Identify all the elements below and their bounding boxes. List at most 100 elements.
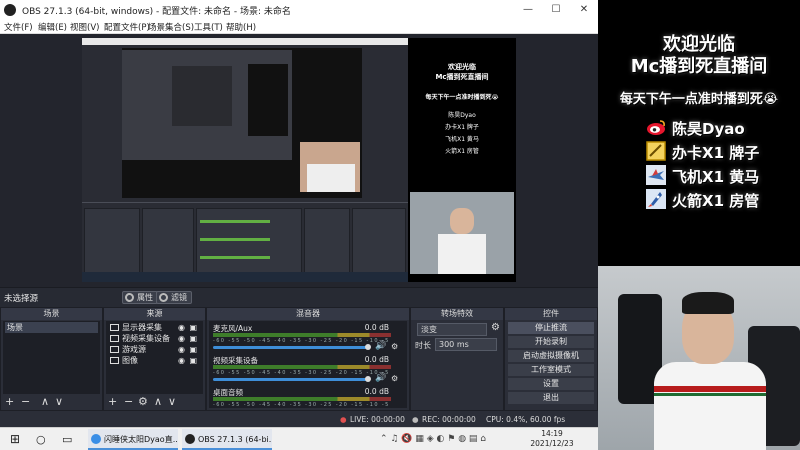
- settings-button[interactable]: 设置: [508, 378, 594, 390]
- scene-item[interactable]: 场景: [5, 322, 98, 333]
- slider-knob[interactable]: [365, 344, 371, 350]
- eye-icon[interactable]: ◉: [178, 333, 185, 344]
- title-bar: OBS 27.1.3 (64-bit, windows) - 配置文件: 未命名…: [0, 0, 598, 20]
- weibo-icon: [647, 120, 665, 135]
- menu-file[interactable]: 文件(F): [4, 21, 33, 33]
- clock[interactable]: 14:19 2021/12/23: [522, 429, 582, 449]
- preview-canvas[interactable]: 欢迎光临 Mc播到死直播间 每天下午一点准时播到死😭 陈昊Dyao 办卡X1 牌…: [82, 38, 516, 282]
- live-dot-icon: ●: [340, 415, 347, 424]
- taskbar-app-browser[interactable]: 闪睡侠太阳Dyao直...: [88, 429, 178, 450]
- obs-window: OBS 27.1.3 (64-bit, windows) - 配置文件: 未命名…: [0, 0, 598, 450]
- windows-start-icon[interactable]: ⊞: [10, 428, 20, 450]
- source-item[interactable]: 游戏源 ◉ ▣: [108, 344, 201, 355]
- volume-slider[interactable]: [213, 344, 371, 350]
- stop-streaming-button[interactable]: 停止推流: [508, 322, 594, 334]
- sources-list[interactable]: 显示器采集 ◉ ▣ 视频采集设备 ◉ ▣ 游戏源 ◉ ▣ 图像 ◉ ▣: [106, 321, 203, 394]
- transitions-dock: 转场特效 淡变 ⚙ 时长 300 ms: [410, 307, 504, 411]
- duration-input[interactable]: 300 ms: [435, 338, 497, 351]
- nested-capture: [82, 38, 408, 282]
- sources-dock: 来源 显示器采集 ◉ ▣ 视频采集设备 ◉ ▣ 游戏源 ◉ ▣ 图像 ◉ ▣ + − ⚙ ∧ ∨: [103, 307, 206, 411]
- eye-icon[interactable]: ◉: [178, 322, 185, 333]
- mixer-channels: 麦克风/Aux 0.0 dB -60 -55 -50 -45 -40 -35 -…: [209, 321, 407, 408]
- source-toolbar: 未选择源 属性 滤镜: [0, 287, 598, 307]
- properties-button[interactable]: 属性: [122, 291, 158, 304]
- cpu-status: CPU: 0.4%, 60.00 fps: [486, 415, 566, 424]
- speaker-icon[interactable]: 🔊: [375, 373, 386, 383]
- gear-icon[interactable]: ⚙: [391, 342, 398, 351]
- rec-dot-icon: ●: [412, 415, 419, 424]
- lock-icon[interactable]: ▣: [189, 355, 197, 366]
- taskbar: ⊞ ○ ▭ 闪睡侠太阳Dyao直... OBS 27.1.3 (64-bi...…: [0, 427, 598, 450]
- transition-select[interactable]: 淡变: [417, 323, 487, 336]
- maximize-button[interactable]: ☐: [542, 0, 570, 20]
- plane-icon: [646, 165, 666, 185]
- sponsor-text: 火箭X1 房管: [672, 192, 760, 210]
- gear-icon[interactable]: ⚙: [391, 374, 398, 383]
- move-down-button[interactable]: ∨: [55, 395, 63, 408]
- menu-tools[interactable]: 工具(T): [194, 21, 223, 33]
- webcam-feed: [598, 266, 800, 450]
- source-settings-button[interactable]: ⚙: [138, 395, 148, 408]
- start-recording-button[interactable]: 开始录制: [508, 336, 594, 348]
- window-title: OBS 27.1.3 (64-bit, windows) - 配置文件: 未命名…: [22, 7, 291, 17]
- move-up-button[interactable]: ∧: [154, 395, 162, 408]
- screen: OBS 27.1.3 (64-bit, windows) - 配置文件: 未命名…: [0, 0, 800, 450]
- controls-title: 控件: [505, 308, 597, 320]
- volume-meter: [213, 397, 391, 401]
- menu-edit[interactable]: 编辑(E): [38, 21, 67, 33]
- sponsor-text: 办卡X1 牌子: [672, 144, 760, 162]
- remove-source-button[interactable]: −: [124, 395, 133, 408]
- add-source-button[interactable]: +: [108, 395, 117, 408]
- menu-bar: 文件(F) 编辑(E) 视图(V) 配置文件(P) 场景集合(S) 工具(T) …: [0, 20, 598, 34]
- menu-view[interactable]: 视图(V): [70, 21, 99, 33]
- source-item[interactable]: 图像 ◉ ▣: [108, 355, 201, 366]
- search-icon[interactable]: ○: [36, 428, 46, 450]
- move-down-button[interactable]: ∨: [168, 395, 176, 408]
- eye-icon[interactable]: ◉: [178, 355, 185, 366]
- scenes-list[interactable]: 场景: [3, 321, 100, 394]
- speaker-icon[interactable]: 🔊: [375, 341, 386, 351]
- preview-area[interactable]: 欢迎光临 Mc播到死直播间 每天下午一点准时播到死😭 陈昊Dyao 办卡X1 牌…: [0, 34, 598, 287]
- minimize-button[interactable]: —: [514, 0, 542, 20]
- mixer-dock: 混音器 麦克风/Aux 0.0 dB -60 -55 -50 -45 -40 -…: [206, 307, 410, 411]
- slider-knob[interactable]: [365, 376, 371, 382]
- lock-icon[interactable]: ▣: [189, 333, 197, 344]
- lock-icon[interactable]: ▣: [189, 322, 197, 333]
- no-source-label: 未选择源: [4, 294, 39, 304]
- source-item[interactable]: 视频采集设备 ◉ ▣: [108, 333, 201, 344]
- source-item[interactable]: 显示器采集 ◉ ▣: [108, 322, 201, 333]
- welcome-line2: Mc播到死直播间: [630, 56, 768, 77]
- volume-meter: [213, 333, 391, 337]
- schedule-text: 每天下午一点准时播到死😭: [619, 92, 779, 107]
- image-icon: [110, 357, 119, 364]
- task-view-icon[interactable]: ▭: [62, 428, 72, 450]
- gear-icon[interactable]: ⚙: [491, 322, 500, 333]
- monitor-icon: [110, 324, 119, 331]
- filters-button[interactable]: 滤镜: [156, 291, 192, 304]
- lock-icon[interactable]: ▣: [189, 344, 197, 355]
- nested-overlay: 欢迎光临 Mc播到死直播间 每天下午一点准时播到死😭 陈昊Dyao 办卡X1 牌…: [408, 38, 516, 282]
- sponsor-text: 飞机X1 黄马: [672, 168, 760, 186]
- menu-profile[interactable]: 配置文件(P): [104, 21, 150, 33]
- exit-button[interactable]: 退出: [508, 392, 594, 404]
- start-virtual-camera-button[interactable]: 启动虚拟摄像机: [508, 350, 594, 362]
- volume-slider[interactable]: [213, 376, 371, 382]
- live-status: LIVE: 00:00:00: [350, 415, 405, 424]
- taskbar-app-obs[interactable]: OBS 27.1.3 (64-bi...: [182, 429, 272, 450]
- tray-icons[interactable]: ⌃ ♫ 🔇 ▦ ◈ ◐ ⚑ ◍ ▤ ⌂: [380, 428, 486, 450]
- rec-status: REC: 00:00:00: [422, 415, 476, 424]
- eye-icon[interactable]: ◉: [178, 344, 185, 355]
- add-scene-button[interactable]: +: [5, 395, 14, 408]
- stream-overlay: 欢迎光临 Mc播到死直播间 每天下午一点准时播到死😭 陈昊Dyao 办卡X1 牌…: [598, 0, 800, 450]
- mixer-channel-db: 0.0 dB: [364, 387, 389, 396]
- filter-icon: [159, 293, 168, 302]
- card-icon: [646, 141, 666, 161]
- close-button[interactable]: ✕: [570, 0, 598, 20]
- scenes-title: 场景: [1, 308, 102, 320]
- remove-scene-button[interactable]: −: [21, 395, 30, 408]
- menu-scene-collection[interactable]: 场景集合(S): [148, 21, 194, 33]
- move-up-button[interactable]: ∧: [41, 395, 49, 408]
- studio-mode-button[interactable]: 工作室模式: [508, 364, 594, 376]
- menu-help[interactable]: 帮助(H): [226, 21, 256, 33]
- browser-icon: [91, 434, 101, 444]
